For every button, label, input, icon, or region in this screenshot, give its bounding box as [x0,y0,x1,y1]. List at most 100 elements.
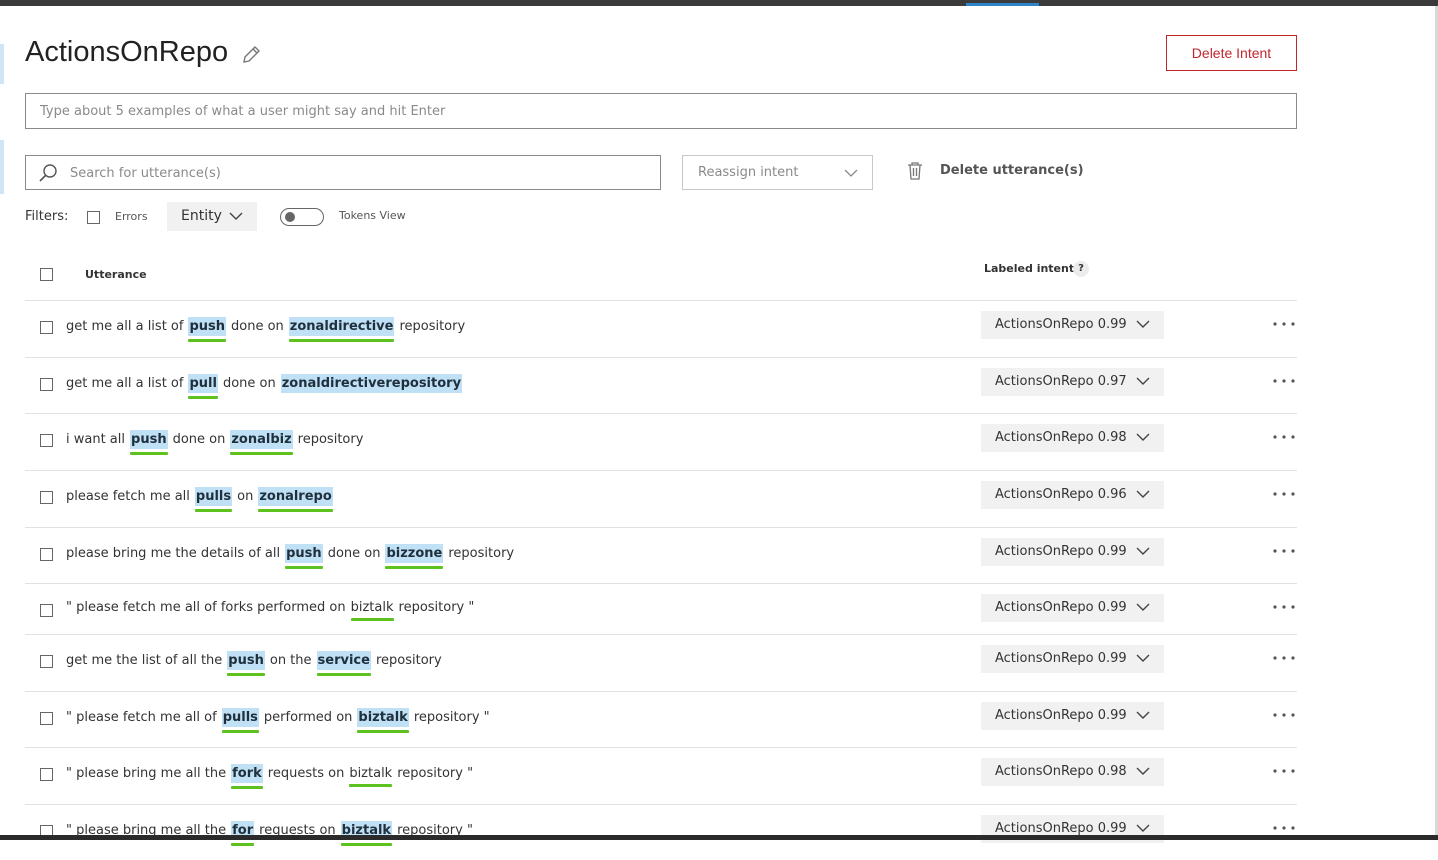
pencil-icon[interactable] [240,44,262,66]
row-checkbox[interactable] [40,655,53,668]
entity-token[interactable]: push [130,430,168,455]
search-input[interactable] [68,156,652,191]
labeled-intent-dropdown[interactable]: ActionsOnRepo 0.99 [981,702,1164,730]
bottom-bar [0,835,1438,840]
utterance-text: " please fetch me all of pulls performed o… [66,708,495,733]
left-nav-edge [0,44,4,84]
utterance-row[interactable]: get me the list of all the push on the serv… [25,634,1297,690]
entity-token[interactable]: pulls [221,708,260,733]
labeled-intent-column-header[interactable]: Labeled intent [984,262,1074,275]
entity-token[interactable]: zonalrepo [258,487,334,512]
utterance-row[interactable]: " please bring me all the for requests on b… [25,804,1297,860]
labeled-intent-value: ActionsOnRepo 0.99 [995,317,1127,332]
labeled-intent-dropdown[interactable]: ActionsOnRepo 0.98 [981,758,1164,786]
text-token: " please fetch me all of forks performed… [66,600,346,615]
text-token: " please bring me all the [66,766,227,781]
text-token: done on [231,319,284,334]
utterance-text: please bring me the details of all push do… [66,544,519,569]
utterance-row[interactable]: please fetch me all pulls on zonalrepo Actio… [25,470,1297,526]
entity-token[interactable]: zonalbiz [230,430,293,455]
labeled-intent-value: ActionsOnRepo 0.98 [995,764,1127,779]
more-icon[interactable] [1272,596,1296,616]
utterance-text: get me the list of all the push on the serv… [66,651,447,676]
more-icon[interactable] [1272,704,1296,724]
row-checkbox[interactable] [40,321,53,334]
help-icon[interactable]: ? [1073,261,1089,277]
entity-filter-dropdown[interactable]: Entity [167,202,257,231]
labeled-intent-dropdown[interactable]: ActionsOnRepo 0.99 [981,594,1164,622]
text-token: get me all a list of [66,319,184,334]
utterance-text: " please bring me all the fork requests on… [66,764,478,789]
filters-label: Filters: [25,209,69,224]
utterance-row[interactable]: please bring me the details of all push do… [25,527,1297,583]
row-checkbox[interactable] [40,768,53,781]
row-checkbox[interactable] [40,434,53,447]
delete-intent-button[interactable]: Delete Intent [1166,35,1297,71]
text-token: " please fetch me all of [66,710,217,725]
more-icon[interactable] [1272,370,1296,390]
utterance-row[interactable]: i want all push done on zonalbiz repository A… [25,413,1297,469]
utterance-column-header[interactable]: Utterance [85,268,147,281]
entity-token[interactable]: zonaldirectiverepository [280,374,463,393]
text-token: requests on [267,766,345,781]
utterance-row[interactable]: get me all a list of push done on zonaldire… [25,300,1297,356]
utterance-row[interactable]: " please fetch me all of forks performed… [25,583,1297,639]
text-token: done on [327,546,381,561]
chevron-down-icon [1136,433,1150,441]
tokens-view-label: Tokens View [339,209,406,222]
labeled-intent-dropdown[interactable]: ActionsOnRepo 0.96 [981,481,1164,509]
labeled-intent-dropdown[interactable]: ActionsOnRepo 0.98 [981,424,1164,452]
errors-filter-checkbox[interactable] [87,211,100,224]
row-checkbox[interactable] [40,548,53,561]
more-icon[interactable] [1272,817,1296,837]
entity-token[interactable]: push [227,651,265,676]
entity-token[interactable]: service [316,651,372,676]
row-checkbox[interactable] [40,378,53,391]
entity-token[interactable]: bizzone [385,544,444,569]
utterance-text: please fetch me all pulls on zonalrepo [66,487,338,512]
more-icon[interactable] [1272,426,1296,446]
entity-token[interactable]: push [285,544,323,569]
more-icon[interactable] [1272,540,1296,560]
entity-token[interactable]: push [188,317,227,342]
tokens-view-toggle[interactable] [280,208,324,226]
utterance-row[interactable]: " please bring me all the fork requests on… [25,747,1297,803]
entity-token[interactable]: pulls [194,487,233,512]
labeled-intent-dropdown[interactable]: ActionsOnRepo 0.99 [981,311,1164,339]
chevron-down-icon [1136,654,1150,662]
utterance-row[interactable]: get me all a list of pull done on zonaldire… [25,357,1297,413]
select-all-checkbox[interactable] [40,268,53,281]
reassign-intent-dropdown[interactable]: Reassign intent [682,155,873,190]
chevron-down-icon [1136,767,1150,775]
entity-token[interactable]: pull [188,374,219,399]
row-checkbox[interactable] [40,604,53,617]
errors-filter-label: Errors [115,210,148,223]
more-icon[interactable] [1272,313,1296,333]
search-utterance-box[interactable] [25,155,661,191]
utterance-row[interactable]: " please fetch me all of pulls performed o… [25,691,1297,747]
text-token: repository " [397,766,474,781]
text-token: repository " [413,710,490,725]
labeled-intent-value: ActionsOnRepo 0.99 [995,821,1127,836]
labeled-intent-value: ActionsOnRepo 0.97 [995,374,1127,389]
row-checkbox[interactable] [40,712,53,725]
entity-token[interactable]: biztalk [357,708,410,733]
labeled-intent-value: ActionsOnRepo 0.99 [995,708,1127,723]
labeled-intent-dropdown[interactable]: ActionsOnRepo 0.97 [981,368,1164,396]
chevron-down-icon [1136,377,1150,385]
more-icon[interactable] [1272,760,1296,780]
labeled-intent-value: ActionsOnRepo 0.96 [995,487,1127,502]
utterance-text: get me all a list of push done on zonaldire… [66,317,470,342]
entity-filter-label: Entity [181,208,222,224]
more-icon[interactable] [1272,647,1296,667]
entity-token[interactable]: fork [231,764,263,789]
entity-token[interactable]: zonaldirective [288,317,395,342]
more-icon[interactable] [1272,483,1296,503]
text-token: repository [448,546,515,561]
row-checkbox[interactable] [40,491,53,504]
reassign-intent-label: Reassign intent [698,165,799,180]
text-token: on the [269,653,312,668]
labeled-intent-dropdown[interactable]: ActionsOnRepo 0.99 [981,645,1164,673]
example-utterance-input[interactable] [25,93,1297,129]
labeled-intent-dropdown[interactable]: ActionsOnRepo 0.99 [981,538,1164,566]
